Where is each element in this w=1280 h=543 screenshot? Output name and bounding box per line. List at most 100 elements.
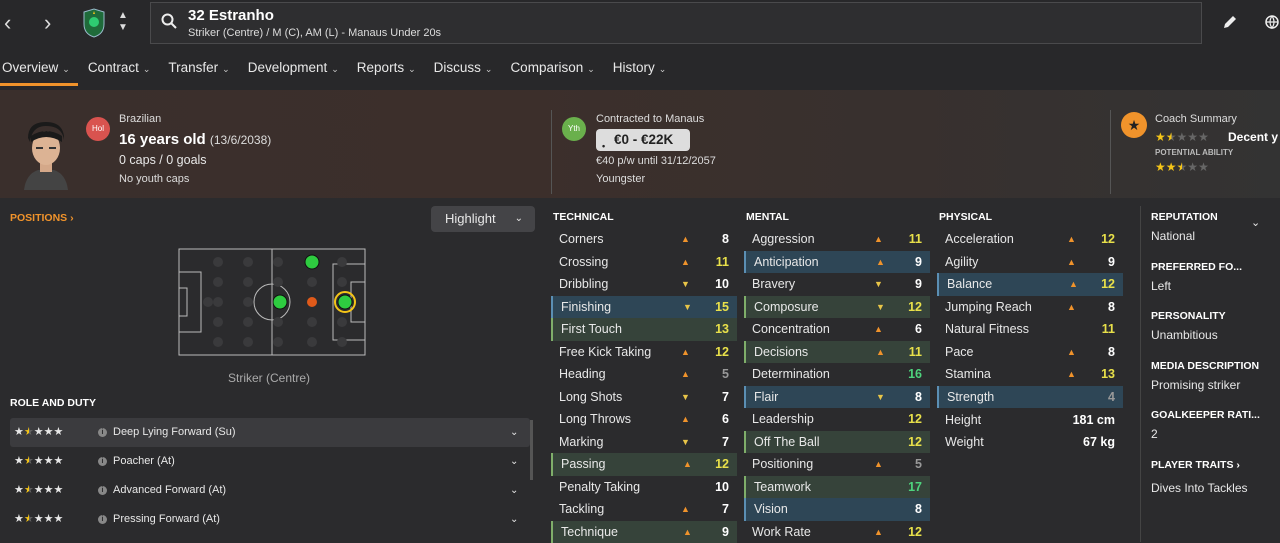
info-icon[interactable]: i (98, 486, 107, 495)
attribute-row[interactable]: Balance▲12 (937, 273, 1123, 296)
preferred-foot-value: Left (1151, 279, 1171, 293)
attribute-row[interactable]: Determination16 (744, 363, 930, 386)
attribute-row[interactable]: Jumping Reach▲8 (937, 296, 1123, 319)
arrow-up-icon: ▲ (874, 228, 883, 250)
attribute-row[interactable]: Stamina▲13 (937, 363, 1123, 386)
globe-icon[interactable] (1264, 14, 1280, 30)
tab-discuss[interactable]: Discuss⌄ (432, 58, 501, 86)
attribute-row[interactable]: Aggression▲11 (744, 228, 930, 251)
attribute-row[interactable]: Strength4 (937, 386, 1123, 409)
attribute-name: Dribbling (559, 277, 608, 291)
attribute-row[interactable]: Teamwork17 (744, 476, 930, 499)
attribute-row[interactable]: Long Throws▲6 (551, 408, 737, 431)
attribute-row[interactable]: Vision8 (744, 498, 930, 521)
attribute-name: Finishing (561, 300, 611, 314)
attribute-row[interactable]: Finishing▼15 (551, 296, 737, 319)
tab-comparison[interactable]: Comparison⌄ (508, 58, 602, 86)
club-crest-icon[interactable] (82, 8, 106, 38)
attribute-row[interactable]: Passing▲12 (551, 453, 737, 476)
technical-title: TECHNICAL (551, 210, 737, 228)
role-row[interactable]: ★★★★★iAdvanced Forward (At)⌄ (10, 476, 530, 505)
info-icon[interactable]: i (98, 515, 107, 524)
attribute-value: 8 (915, 498, 922, 520)
attribute-value: 5 (915, 453, 922, 475)
preferred-foot-title: PREFERRED FO... (1151, 261, 1242, 273)
tab-contract[interactable]: Contract⌄ (86, 58, 159, 86)
role-stars: ★★★★★ (14, 505, 63, 534)
attribute-row[interactable]: Tackling▲7 (551, 498, 737, 521)
highlight-dropdown[interactable]: Highlight⌄ (431, 206, 535, 232)
attribute-row[interactable]: Bravery▼9 (744, 273, 930, 296)
scrollbar[interactable] (530, 420, 533, 480)
transfer-value[interactable]: •€0 - €22K (596, 129, 690, 151)
tab-reports[interactable]: Reports⌄ (355, 58, 424, 86)
attribute-name: Anticipation (754, 255, 819, 269)
role-name: Pressing Forward (At) (113, 505, 220, 534)
positions-link[interactable]: POSITIONS › (10, 212, 74, 224)
attribute-row[interactable]: Natural Fitness11 (937, 318, 1123, 341)
attribute-row[interactable]: Marking▼7 (551, 431, 737, 454)
chevron-down-icon: ⌄ (515, 206, 523, 232)
position-dot-aml (305, 255, 319, 269)
tab-history[interactable]: History⌄ (611, 58, 675, 86)
player-switch-icon[interactable]: ▲▼ (118, 10, 128, 34)
position-dot-mc (273, 295, 287, 309)
attribute-row[interactable]: Flair▼8 (744, 386, 930, 409)
attribute-row[interactable]: Decisions▲11 (744, 341, 930, 364)
attribute-row[interactable]: Dribbling▼10 (551, 273, 737, 296)
attribute-row[interactable]: Anticipation▲9 (744, 251, 930, 274)
attribute-row[interactable]: First Touch13 (551, 318, 737, 341)
chevron-down-icon[interactable]: ⌄ (510, 418, 518, 447)
attribute-name: Flair (754, 390, 778, 404)
chevron-down-icon[interactable]: ⌄ (510, 476, 518, 505)
mental-title: MENTAL (744, 210, 930, 228)
attribute-name: Technique (561, 525, 618, 539)
attribute-row[interactable]: Acceleration▲12 (937, 228, 1123, 251)
edit-icon[interactable] (1222, 14, 1238, 30)
attribute-row[interactable]: Corners▲8 (551, 228, 737, 251)
date-of-birth: (13/6/2038) (210, 133, 271, 147)
nation-badge[interactable]: Hol (86, 117, 110, 141)
attribute-row[interactable]: Free Kick Taking▲12 (551, 341, 737, 364)
attribute-name: Determination (752, 367, 830, 381)
arrow-up-icon: ▲ (681, 341, 690, 363)
attribute-row[interactable]: Leadership12 (744, 408, 930, 431)
attribute-name: Stamina (945, 367, 991, 381)
tab-development[interactable]: Development⌄ (246, 58, 347, 86)
attribute-row[interactable]: Composure▼12 (744, 296, 930, 319)
forward-arrow-icon[interactable]: › (44, 10, 51, 36)
chevron-down-icon[interactable]: ⌄ (1251, 216, 1260, 229)
role-row[interactable]: ★★★★★iDeep Lying Forward (Su)⌄ (10, 418, 530, 447)
attribute-name: Leadership (752, 412, 814, 426)
attribute-name: Crossing (559, 255, 608, 269)
attribute-row[interactable]: Work Rate▲12 (744, 521, 930, 543)
chevron-down-icon[interactable]: ⌄ (510, 505, 518, 534)
attribute-row[interactable]: Heading▲5 (551, 363, 737, 386)
attribute-row[interactable]: Pace▲8 (937, 341, 1123, 364)
attribute-row[interactable]: Crossing▲11 (551, 251, 737, 274)
info-icon[interactable]: i (98, 457, 107, 466)
chevron-down-icon[interactable]: ⌄ (510, 447, 518, 476)
tab-overview[interactable]: Overview⌄ (0, 58, 78, 86)
attribute-row[interactable]: Off The Ball12 (744, 431, 930, 454)
height-value: 181 cm (1073, 409, 1115, 431)
role-row[interactable]: ★★★★★iPoacher (At)⌄ (10, 447, 530, 476)
back-arrow-icon[interactable]: ‹ (4, 10, 11, 36)
info-icon[interactable]: i (98, 428, 107, 437)
search-icon[interactable] (161, 13, 177, 29)
attribute-row[interactable]: Penalty Taking10 (551, 476, 737, 499)
attribute-value: 9 (1108, 251, 1115, 273)
tab-transfer[interactable]: Transfer⌄ (166, 58, 237, 86)
attribute-row[interactable]: Technique▲9 (551, 521, 737, 543)
attribute-name: Positioning (752, 457, 813, 471)
role-row[interactable]: ★★★★★ i Pressing Forward (At) ⌄ (10, 505, 530, 534)
player-traits-link[interactable]: PLAYER TRAITS › (1151, 459, 1240, 471)
attribute-row[interactable]: Positioning▲5 (744, 453, 930, 476)
tab-bar: Overview⌄ Contract⌄Transfer⌄ Development⌄ R… (0, 58, 682, 86)
attribute-row[interactable]: Concentration▲6 (744, 318, 930, 341)
technical-attributes: TECHNICAL Corners▲8Crossing▲11Dribbling▼… (551, 210, 737, 543)
attribute-row[interactable]: Long Shots▼7 (551, 386, 737, 409)
coach-star-icon: ★ (1121, 112, 1147, 138)
attribute-row[interactable]: Agility▲9 (937, 251, 1123, 274)
attribute-value: 11 (716, 251, 729, 273)
